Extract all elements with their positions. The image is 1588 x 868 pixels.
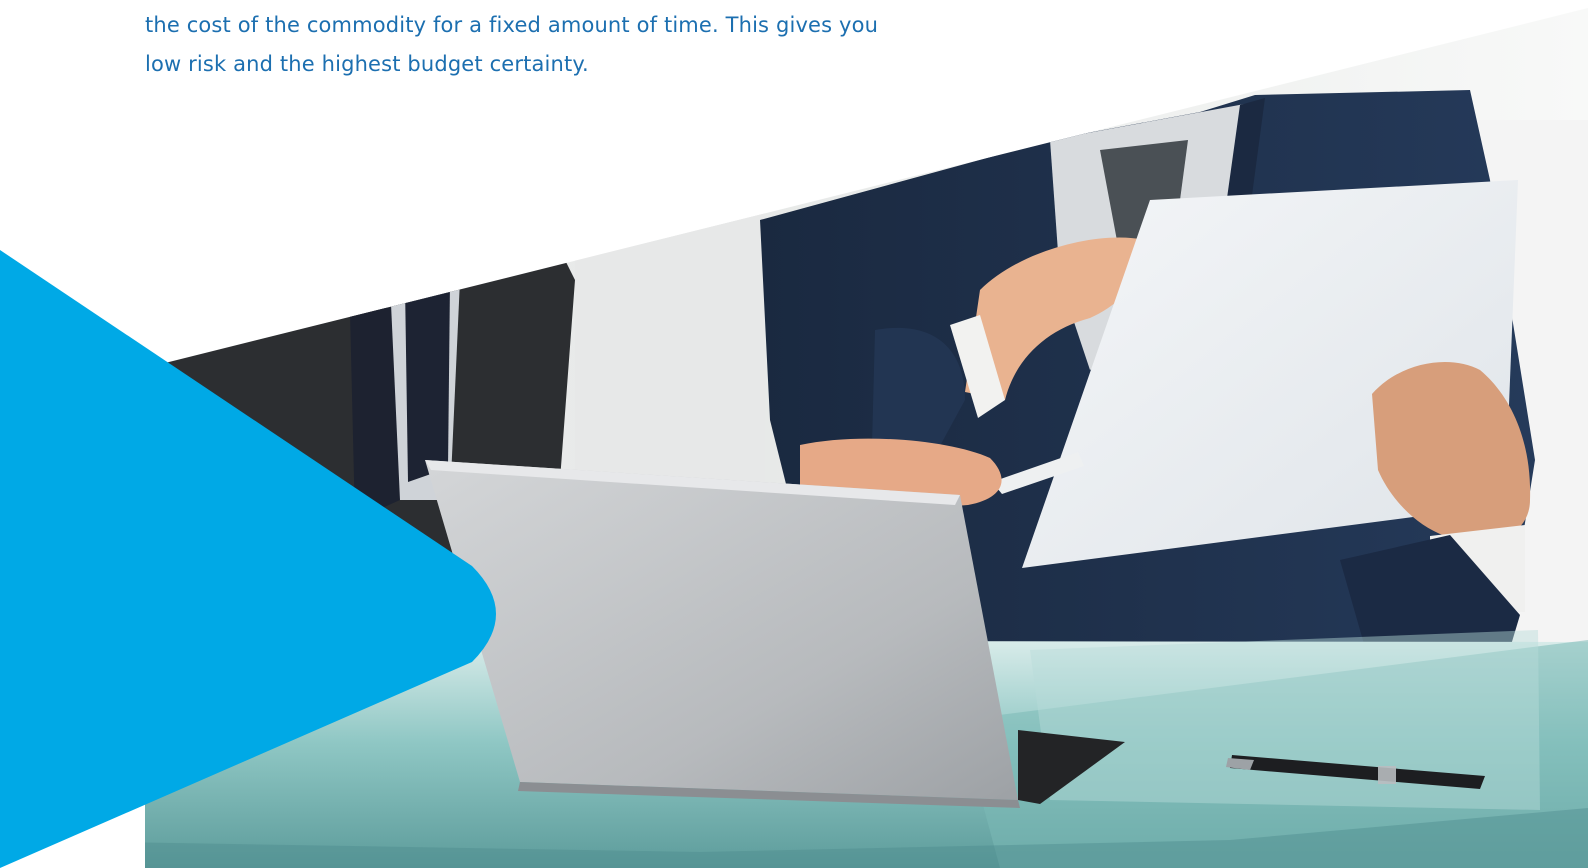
- hero-image: [0, 8, 1588, 868]
- intro-line-2: low risk and the highest budget certaint…: [145, 52, 589, 76]
- intro-line-1: the cost of the commodity for a fixed am…: [145, 13, 879, 37]
- intro-paragraph: the cost of the commodity for a fixed am…: [145, 6, 1025, 84]
